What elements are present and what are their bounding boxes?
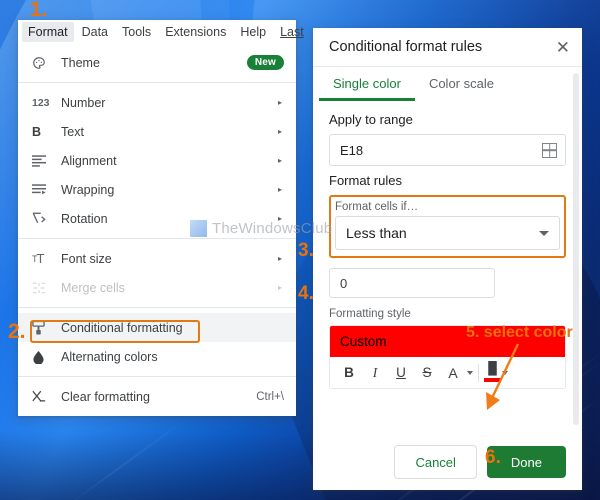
align-left-icon [32,154,54,167]
panel-tabs: Single color Color scale [313,67,582,101]
text-rotation-icon [32,212,54,225]
condition-value: Less than [346,225,407,241]
text-color-button[interactable]: A [440,360,466,386]
menu-item-clear-formatting[interactable]: Clear formatting Ctrl+\ [18,382,296,411]
font-size-icon: TT [32,251,44,266]
menubar-item-data[interactable]: Data [82,25,108,39]
menu-item-wrapping[interactable]: Wrapping ▸ [18,175,296,204]
watermark-text: TheWindowsClub [212,220,333,237]
sheets-menubar: Format Data Tools Extensions Help Last [18,20,304,44]
menu-item-conditional-formatting[interactable]: Conditional formatting [18,313,296,342]
alternating-colors-icon [32,350,54,364]
menu-item-text[interactable]: B Text ▸ [18,117,296,146]
panel-footer: Cancel Done [313,434,582,490]
annotation-2: 2. [8,320,26,343]
close-icon[interactable]: ✕ [556,39,570,56]
tab-color-scale[interactable]: Color scale [415,67,508,101]
number-123-icon: 123 [32,96,50,109]
text-color-chevron-down-icon[interactable] [467,370,473,375]
grid-picker-icon[interactable] [542,142,557,158]
condition-select[interactable]: Less than [335,216,560,250]
menu-item-label: Font size [61,251,112,266]
menu-item-label: Alignment [61,153,117,168]
strikethrough-button[interactable]: S [414,360,440,386]
chevron-right-icon: ▸ [277,127,282,136]
merge-cells-icon [32,282,54,294]
text-wrap-icon [32,183,54,196]
format-cells-if-group: Format cells if… Less than [329,195,566,258]
menubar-item-last[interactable]: Last [280,25,304,39]
menu-divider-2 [18,238,296,239]
bold-button[interactable]: B [336,360,362,386]
formatting-style-label: Formatting style [329,308,411,320]
chevron-right-icon: ▸ [277,254,282,263]
chevron-down-icon [539,230,549,236]
range-value: E18 [340,142,364,158]
menu-item-label: Alternating colors [61,349,158,364]
menu-item-merge-cells: Merge cells ▸ [18,273,296,302]
apply-to-range-input[interactable]: E18 [329,134,566,166]
menu-item-label: Theme [61,55,100,70]
menu-divider-4 [18,376,296,377]
menu-item-label: Number [61,95,106,110]
format-rules-label: Format rules [329,173,402,188]
chevron-right-icon: ▸ [277,98,282,107]
palette-icon [32,56,54,70]
menu-item-number[interactable]: 123 Number ▸ [18,88,296,117]
menu-item-alternating-colors[interactable]: Alternating colors [18,342,296,371]
menu-item-theme[interactable]: Theme New [18,48,296,77]
menu-item-label: Text [61,124,84,139]
menu-item-alignment[interactable]: Alignment ▸ [18,146,296,175]
annotation-4: 4. [298,283,314,304]
threshold-value: 0 [340,275,348,291]
format-cells-if-label: Format cells if… [335,201,419,213]
annotation-arrow-icon [486,343,520,410]
apply-to-range-label: Apply to range [329,112,413,127]
panel-scrollbar[interactable] [573,73,579,425]
underline-button[interactable]: U [388,360,414,386]
chevron-right-icon: ▸ [277,283,282,292]
annotation-3: 3. [298,240,314,261]
threshold-input[interactable]: 0 [329,268,495,298]
conditional-format-rules-panel: Conditional format rules ✕ Single color … [313,28,582,490]
bold-b-icon: B [32,124,42,139]
style-preview-text: Custom [340,334,387,349]
menu-item-shortcut: Ctrl+\ [256,390,284,403]
menu-item-label: Conditional formatting [61,320,183,335]
format-menu: Format Data Tools Extensions Help Last T… [18,20,304,416]
menubar-item-help[interactable]: Help [240,25,266,39]
chevron-right-icon: ▸ [277,185,282,194]
panel-title: Conditional format rules [329,39,483,55]
watermark-logo-icon [190,220,207,237]
menubar-item-format[interactable]: Format [22,22,74,42]
menubar-item-tools[interactable]: Tools [122,25,151,39]
menu-item-label: Wrapping [61,182,115,197]
tab-single-color[interactable]: Single color [319,67,415,101]
conditional-formatting-icon [32,320,54,335]
chevron-right-icon: ▸ [277,156,282,165]
new-badge: New [246,55,284,70]
panel-header: Conditional format rules ✕ [313,28,582,67]
menu-item-label: Merge cells [61,280,125,295]
menubar-item-extensions[interactable]: Extensions [165,25,226,39]
annotation-6: 6. [485,447,501,468]
annotation-1: 1. [30,0,48,21]
clear-formatting-icon [32,390,54,403]
panel-body: Apply to range E18 Format rules Format c… [313,101,582,389]
cancel-button[interactable]: Cancel [394,445,477,479]
italic-button[interactable]: I [362,360,388,386]
menu-divider-1 [18,82,296,83]
menu-divider-3 [18,307,296,308]
menu-item-label: Clear formatting [61,389,150,404]
watermark: TheWindowsClub [190,220,332,237]
formatting-toolbar: B I U S A █ [330,357,565,388]
menu-item-font-size[interactable]: TT Font size ▸ [18,244,296,273]
